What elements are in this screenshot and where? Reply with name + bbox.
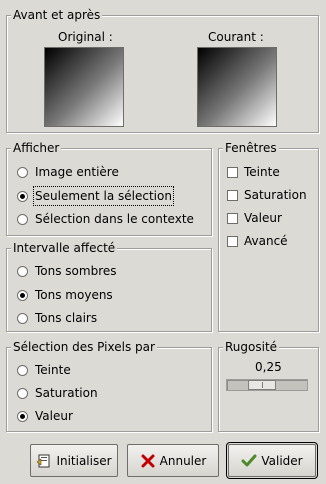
option-label: Tons sombres: [35, 264, 117, 278]
radio-button[interactable]: [17, 411, 28, 422]
radio-button[interactable]: [17, 290, 28, 301]
cancel-button-label: Annuler: [159, 453, 207, 468]
fenetres-title: Fenêtres: [223, 141, 279, 156]
radio-button[interactable]: [17, 191, 28, 202]
original-label: Original :: [58, 30, 113, 44]
intervalle-title: Intervalle affecté: [11, 241, 118, 256]
radio-button[interactable]: [17, 266, 28, 277]
option-label: Image entière: [35, 165, 119, 179]
option-label: Saturation: [244, 188, 307, 202]
ok-button[interactable]: Valider: [226, 442, 318, 479]
rugosite-value: 0,25: [255, 360, 282, 374]
option-label: Valeur: [35, 409, 73, 423]
option-label: Tons moyens: [35, 288, 113, 302]
rugosite-title: Rugosité: [223, 340, 280, 355]
option-label: Teinte: [35, 363, 71, 377]
reset-icon: [36, 453, 52, 469]
checkbox[interactable]: [227, 190, 238, 201]
afficher-title: Afficher: [11, 141, 62, 156]
radio-button[interactable]: [17, 167, 28, 178]
option-label: Valeur: [244, 211, 282, 225]
option-label: Sélection dans le contexte: [35, 212, 194, 226]
rugosite-slider[interactable]: [226, 379, 308, 391]
checkbox[interactable]: [227, 236, 238, 247]
option-label: Avancé: [244, 234, 288, 248]
option-label: Teinte: [244, 165, 280, 179]
selection-pixels-title: Sélection des Pixels par: [11, 340, 157, 355]
current-preview: [197, 47, 277, 127]
radio-button[interactable]: [17, 365, 28, 376]
option-label: Saturation: [35, 386, 98, 400]
checkbox[interactable]: [227, 213, 238, 224]
current-label: Courant :: [208, 30, 264, 44]
cancel-button[interactable]: Annuler: [127, 444, 219, 477]
radio-button[interactable]: [17, 388, 28, 399]
slider-handle[interactable]: [248, 380, 276, 390]
reset-button-label: Initialiser: [56, 453, 112, 468]
radio-button[interactable]: [17, 214, 28, 225]
checkbox[interactable]: [227, 167, 238, 178]
original-preview: [44, 47, 124, 127]
reset-button[interactable]: Initialiser: [30, 444, 118, 477]
ok-button-label: Valider: [261, 453, 303, 468]
radio-button[interactable]: [17, 313, 28, 324]
cancel-x-icon: [140, 453, 156, 469]
before-after-title: Avant et après: [11, 8, 103, 23]
check-icon: [241, 453, 257, 469]
option-label: Tons clairs: [35, 311, 98, 325]
option-label: Seulement la sélection: [33, 186, 174, 206]
